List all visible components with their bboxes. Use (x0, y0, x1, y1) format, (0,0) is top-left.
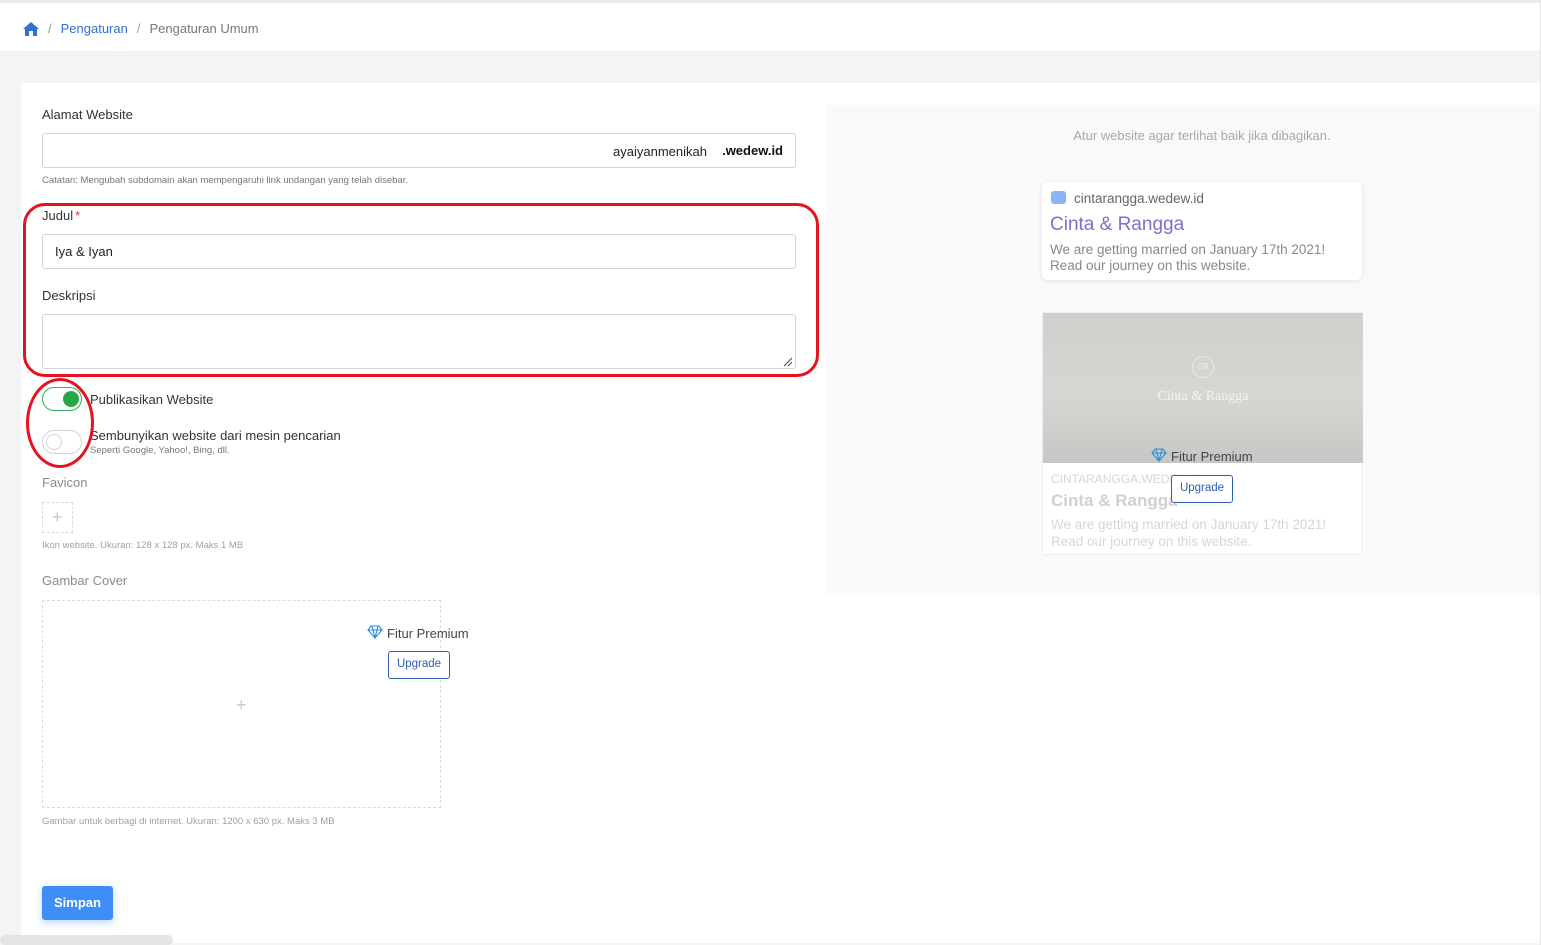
premium-label: Fitur Premium (387, 626, 469, 641)
home-icon[interactable] (23, 21, 39, 36)
preview-hint: Atur website agar terlihat baik jika dib… (1073, 128, 1331, 143)
diamond-icon (367, 625, 383, 642)
cover-image-title: Cinta & Rangga (1157, 389, 1249, 404)
search-preview-url: cintarangga.wedew.id (1074, 191, 1204, 206)
hide-search-label: Sembunyikan website dari mesin pencarian (90, 428, 341, 443)
social-preview-title: Cinta & Rangga (1051, 491, 1178, 510)
plus-icon: + (236, 695, 247, 715)
breadcrumb-separator: / (48, 21, 52, 36)
search-preview-card: cintarangga.wedew.id Cinta & Rangga We a… (1042, 182, 1362, 280)
social-preview-card: CR Cinta & Rangga CINTARANGGA.WEDEW.ID C… (1042, 312, 1363, 555)
preview-premium-badge: Fitur Premium (1151, 448, 1253, 465)
plus-icon: + (52, 507, 63, 527)
hide-search-sublabel: Seperti Google, Yahoo!, Bing, dll. (90, 445, 230, 456)
breadcrumb-item-current: Pengaturan Umum (149, 21, 259, 36)
breadcrumb-separator: / (136, 21, 141, 36)
preview-upgrade-button[interactable]: Upgrade (1171, 475, 1233, 503)
breadcrumb: / Pengaturan / Pengaturan Umum (23, 21, 259, 36)
website-address-note: Catatan: Mengubah subdomain akan mempeng… (42, 175, 409, 186)
favicon-upload[interactable]: + (42, 502, 73, 533)
breadcrumb-item-pengaturan[interactable]: Pengaturan (61, 21, 128, 36)
horizontal-scrollbar[interactable] (0, 935, 173, 945)
cover-premium-badge: Fitur Premium (367, 625, 469, 642)
diamond-icon (1151, 448, 1167, 465)
premium-label: Fitur Premium (1171, 449, 1253, 464)
annotation-highlight-oval (26, 378, 94, 468)
topbar: / Pengaturan / Pengaturan Umum (0, 0, 1541, 52)
subdomain-value[interactable]: ayaiyanmenikah (613, 144, 707, 159)
website-address-input[interactable]: ayaiyanmenikah .wedew.id (42, 133, 796, 168)
save-button[interactable]: Simpan (42, 886, 113, 920)
favicon-note: Ikon website. Ukuran: 128 x 128 px. Maks… (42, 540, 244, 551)
social-preview-description: We are getting married on January 17th 2… (1051, 517, 1327, 549)
cover-upgrade-button[interactable]: Upgrade (388, 651, 450, 679)
favicon-icon (1051, 191, 1066, 204)
cover-note: Gambar untuk berbagi di internet. Ukuran… (42, 816, 335, 827)
search-preview-description: We are getting married on January 17th 2… (1050, 242, 1326, 273)
annotation-highlight-box (23, 203, 819, 377)
share-preview: Atur website agar terlihat baik jika dib… (826, 105, 1541, 595)
cover-image: CR Cinta & Rangga (1043, 313, 1363, 463)
favicon-label: Favicon (42, 475, 88, 490)
search-preview-title: Cinta & Rangga (1050, 214, 1185, 235)
monogram-logo: CR (1192, 356, 1214, 378)
cover-label: Gambar Cover (42, 573, 128, 588)
publish-label: Publikasikan Website (90, 392, 214, 407)
website-address-label: Alamat Website (42, 107, 133, 122)
domain-suffix: .wedew.id (722, 143, 783, 158)
